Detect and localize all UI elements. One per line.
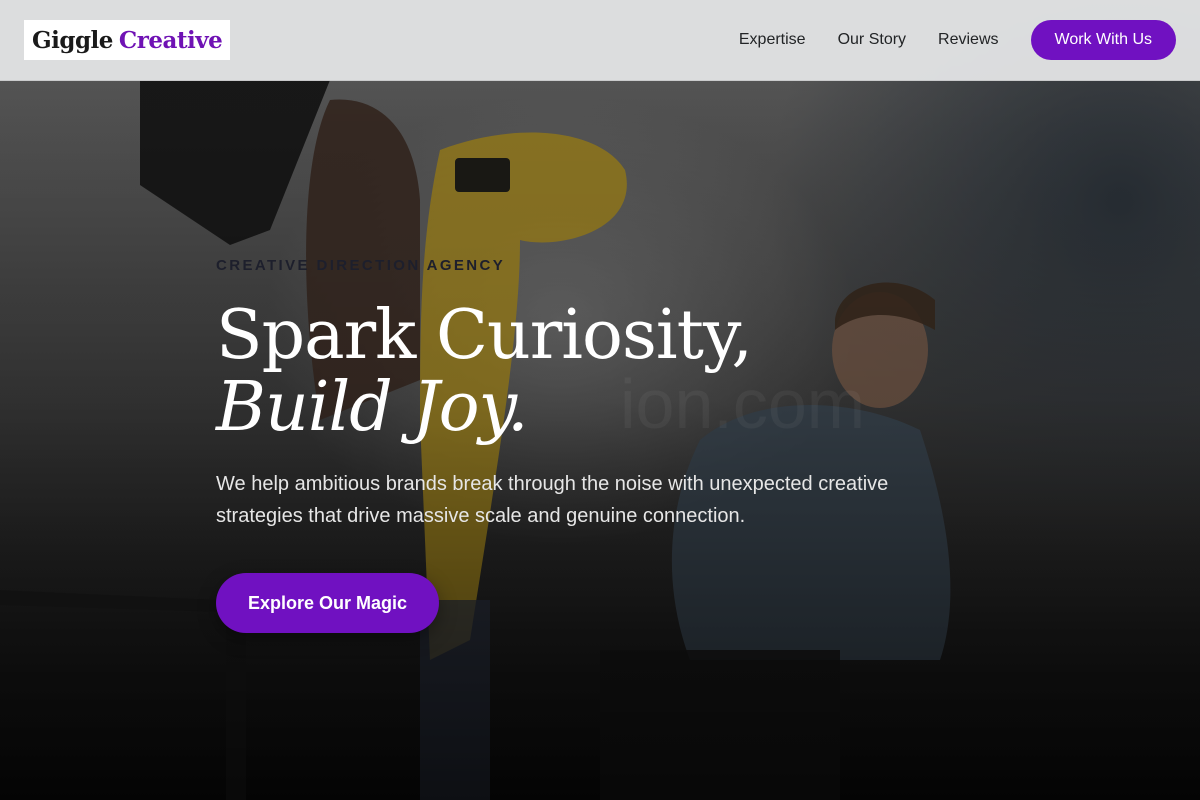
brand-name-accent: Creative [118, 26, 223, 54]
hero-eyebrow: CREATIVE DIRECTION AGENCY [216, 257, 506, 274]
headline-line-2: Build Joy. [216, 368, 529, 447]
hero-section: ion.com CREATIVE DIRECTION AGENCY Spark … [0, 0, 1200, 800]
nav-links: Expertise Our Story Reviews Work With Us [739, 20, 1176, 60]
hero-description: We help ambitious brands break through t… [216, 473, 889, 527]
work-with-us-button[interactable]: Work With Us [1030, 20, 1176, 60]
brand-name: Giggle [32, 26, 113, 54]
headline-line-1: Spark Curiosity, [216, 296, 753, 375]
explore-magic-button[interactable]: Explore Our Magic [216, 573, 440, 633]
brand-logo[interactable]: Giggle Creative [24, 20, 231, 60]
nav-link-expertise[interactable]: Expertise [739, 31, 806, 49]
nav-link-our-story[interactable]: Our Story [838, 31, 906, 49]
top-navbar: Giggle Creative Expertise Our Story Revi… [0, 0, 1200, 81]
hero-headline: Spark Curiosity, Build Joy. [216, 300, 976, 444]
nav-link-reviews[interactable]: Reviews [938, 31, 998, 49]
hero-content: CREATIVE DIRECTION AGENCY Spark Curiosit… [216, 256, 976, 633]
